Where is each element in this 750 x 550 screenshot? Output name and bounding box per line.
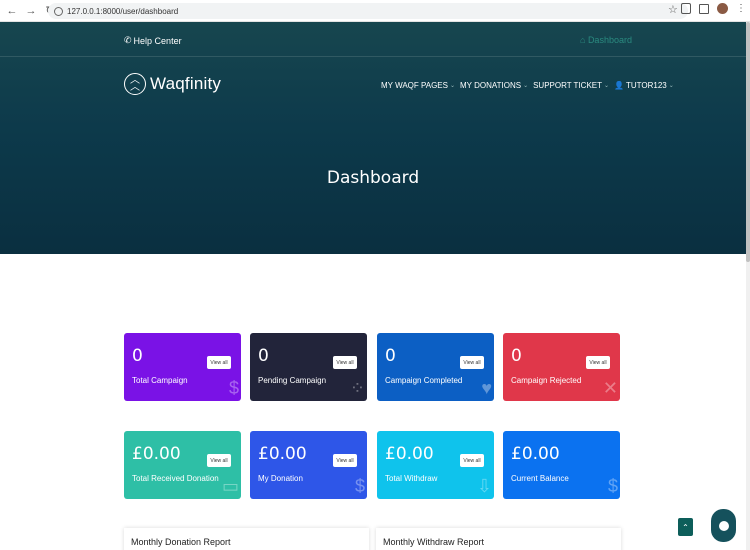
nav-item-my-waqf-pages[interactable]: MY WAQF PAGES ⌄	[381, 81, 455, 90]
site-info-icon[interactable]	[54, 6, 63, 16]
panel-title: Monthly Withdraw Report	[383, 537, 485, 547]
card-campaign-completed: 0 Campaign Completed View all ♥	[377, 333, 494, 401]
chevron-down-icon: ⌄	[523, 83, 529, 89]
chevron-down-icon: ⌄	[449, 83, 456, 89]
side-panel-icon[interactable]	[699, 3, 709, 14]
card-label: Total Received Donation	[132, 474, 219, 483]
top-bar: ✆ Help Center ⌂ Dashboard	[0, 22, 746, 57]
donation-report-panel: Monthly Donation Report	[124, 528, 369, 550]
extensions-icon[interactable]	[681, 3, 691, 14]
nav-item-label: TUTOR123	[626, 81, 667, 90]
logo-text: Waqfinity	[150, 74, 222, 93]
card-label: Campaign Rejected	[511, 376, 582, 385]
chat-bubble-icon	[718, 520, 729, 531]
card-total-campaign: 0 Total Campaign View all $	[124, 333, 241, 401]
breadcrumb[interactable]: ⌂ Dashboard	[580, 35, 632, 45]
view-all-button[interactable]: View all	[207, 356, 231, 369]
wallet-icon: ▭	[221, 476, 239, 496]
nav-item-label: MY WAQF PAGES	[381, 81, 448, 90]
dollar-hand-icon: $	[228, 378, 239, 398]
card-label: Campaign Completed	[385, 376, 463, 385]
x-icon: ✕	[602, 378, 618, 398]
profile-avatar[interactable]	[717, 3, 728, 14]
money-icon: $	[354, 476, 365, 496]
browser-toolbar: ← → ↻ 127.0.0.1:8000/user/dashboard ☆ ⋮	[0, 0, 750, 22]
main-nav: MY WAQF PAGES ⌄ MY DONATIONS ⌄ SUPPORT TIC…	[381, 81, 674, 90]
view-all-button[interactable]: View all	[333, 356, 357, 369]
card-total-received-donation: £0.00 Total Received Donation View all ▭	[124, 431, 241, 499]
nav-item-user[interactable]: 👤 TUTOR123 ⌄	[614, 81, 674, 90]
card-value: 0	[385, 346, 396, 366]
card-my-donation: £0.00 My Donation View all $	[250, 431, 367, 499]
view-all-button[interactable]: View all	[460, 454, 484, 467]
card-total-withdraw: £0.00 Total Withdraw View all ⇩	[377, 431, 494, 499]
panel-title: Monthly Donation Report	[131, 537, 231, 547]
card-label: Pending Campaign	[258, 376, 327, 385]
card-value: £0.00	[511, 444, 560, 464]
view-all-button[interactable]: View all	[460, 356, 484, 369]
nav-item-label: MY DONATIONS	[460, 81, 522, 90]
card-value: £0.00	[258, 444, 307, 464]
chat-widget-button[interactable]	[711, 509, 736, 542]
nav-item-my-donations[interactable]: MY DONATIONS ⌄	[460, 81, 528, 90]
breadcrumb-label: Dashboard	[587, 35, 632, 45]
card-current-balance: £0.00 Current Balance $	[503, 431, 620, 499]
forward-icon[interactable]: →	[24, 4, 38, 18]
view-all-button[interactable]: View all	[333, 454, 357, 467]
spinner-icon: ⁘	[349, 378, 365, 398]
double-chevron-up-icon: ⌃	[682, 522, 689, 532]
card-value: £0.00	[132, 444, 181, 464]
nav-item-label: SUPPORT TICKET	[533, 81, 602, 90]
card-label: Total Withdraw	[385, 474, 438, 483]
card-pending-campaign: 0 Pending Campaign View all ⁘	[250, 333, 367, 401]
help-center-label: Help Center	[133, 35, 182, 46]
card-value: 0	[132, 346, 143, 366]
hero-banner: ✆ Help Center ⌂ Dashboard ︿ ︿ Waqfinity M…	[0, 22, 746, 254]
chevron-down-icon: ⌄	[604, 83, 610, 89]
withdraw-report-panel: Monthly Withdraw Report	[376, 528, 621, 550]
heart-hand-icon: ♥	[481, 378, 492, 398]
card-value: 0	[511, 346, 522, 366]
bookmark-star-icon[interactable]: ☆	[668, 3, 678, 16]
page-title: Dashboard	[326, 168, 420, 188]
browser-menu-icon[interactable]: ⋮	[736, 3, 746, 14]
home-icon: ⌂	[580, 35, 588, 45]
scroll-to-top-button[interactable]: ⌃	[678, 518, 693, 536]
card-label: Total Campaign	[132, 376, 188, 385]
view-all-button[interactable]: View all	[586, 356, 610, 369]
help-center-link[interactable]: ✆ Help Center	[124, 35, 182, 46]
card-value: 0	[258, 346, 269, 366]
withdraw-icon: ⇩	[476, 476, 492, 496]
scrollbar-thumb[interactable]	[746, 22, 750, 262]
nav-item-support-ticket[interactable]: SUPPORT TICKET ⌄	[533, 81, 609, 90]
back-icon[interactable]: ←	[5, 4, 19, 18]
url-text: 127.0.0.1:8000/user/dashboard	[67, 6, 179, 16]
card-value: £0.00	[385, 444, 434, 464]
address-bar[interactable]: 127.0.0.1:8000/user/dashboard	[48, 3, 688, 19]
dollar-icon: $	[607, 476, 618, 496]
card-label: My Donation	[258, 474, 303, 483]
view-all-button[interactable]: View all	[207, 454, 231, 467]
card-campaign-rejected: 0 Campaign Rejected View all ✕	[503, 333, 620, 401]
phone-icon: ✆	[124, 35, 132, 45]
chevron-down-icon: ⌄	[668, 83, 674, 89]
site-logo[interactable]: ︿ ︿ Waqfinity	[124, 73, 221, 95]
logo-chevrons-icon: ︿ ︿	[124, 73, 146, 95]
user-icon: 👤	[614, 81, 624, 90]
card-label: Current Balance	[511, 474, 569, 483]
